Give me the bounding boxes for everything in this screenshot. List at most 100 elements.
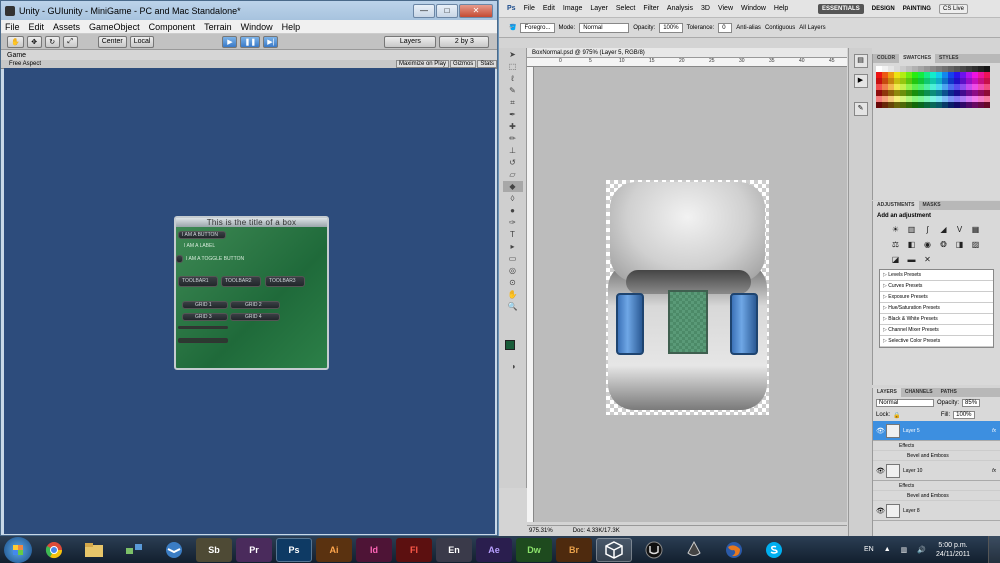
maximize-button[interactable]: □: [436, 3, 458, 18]
firefox-icon[interactable]: [716, 538, 752, 562]
unity-taskbar-icon[interactable]: [596, 537, 632, 562]
step-button[interactable]: ▶|: [263, 35, 279, 48]
box-normal-artwork[interactable]: [606, 180, 769, 415]
tab-swatches[interactable]: SWATCHES: [899, 54, 936, 63]
menu-gameobject[interactable]: GameObject: [89, 22, 140, 32]
workspace-essentials[interactable]: ESSENTIALS: [818, 3, 864, 14]
preset-channel-mixer[interactable]: Channel Mixer Presets: [880, 325, 993, 336]
gui-toolbar-1[interactable]: Toolbar1: [178, 276, 218, 287]
preset-curves[interactable]: Curves Presets: [880, 281, 993, 292]
volume-icon[interactable]: 🔊: [917, 546, 926, 554]
show-desktop-button[interactable]: [988, 536, 1000, 563]
ps-menu-analysis[interactable]: Analysis: [667, 5, 693, 12]
aspect-dropdown[interactable]: Free Aspect: [9, 61, 41, 67]
explorer-folder-icon[interactable]: [76, 538, 112, 562]
clock[interactable]: 5:00 p.m. 24/11/2011: [936, 541, 970, 559]
ps-menu-layer[interactable]: Layer: [590, 5, 608, 12]
taskbar-app-sb[interactable]: Sb: [196, 537, 232, 562]
menu-edit[interactable]: Edit: [29, 22, 45, 32]
fx-icon[interactable]: fx: [992, 428, 996, 434]
gui-grid-2[interactable]: Grid 2: [230, 301, 280, 309]
thunderbird-icon[interactable]: [156, 538, 192, 562]
opacity-field[interactable]: 100%: [659, 22, 683, 33]
eye-icon[interactable]: 👁: [876, 427, 885, 435]
ps-menu-view[interactable]: View: [718, 5, 733, 12]
lock-icon[interactable]: 🔒: [893, 412, 900, 419]
game-view[interactable]: This is the title of a box I am a button…: [4, 68, 495, 534]
gui-toggle-box[interactable]: [176, 255, 183, 263]
levels-icon[interactable]: ▥: [905, 224, 918, 236]
close-button[interactable]: ✕: [459, 3, 493, 18]
brightness-icon[interactable]: ☀: [889, 224, 902, 236]
document-canvas[interactable]: [534, 67, 847, 522]
gui-grid-3[interactable]: Grid 3: [182, 313, 228, 321]
quick-mask-icon[interactable]: ◑: [503, 361, 523, 372]
gui-grid-4[interactable]: Grid 4: [230, 313, 280, 321]
rotate-tool-icon[interactable]: ↻: [44, 35, 60, 48]
swatch-chip[interactable]: [984, 102, 990, 108]
fill-source-dropdown[interactable]: Foregro...: [520, 22, 555, 33]
zoom-tool-icon[interactable]: 🔍: [503, 301, 523, 312]
game-tab[interactable]: Game: [1, 50, 497, 60]
tab-paths[interactable]: PATHS: [937, 388, 961, 397]
workspace-painting[interactable]: PAINTING: [903, 6, 931, 12]
ps-menu-image[interactable]: Image: [563, 5, 582, 12]
layer-opacity-field[interactable]: 85%: [962, 399, 981, 407]
contiguous-checkbox[interactable]: Contiguous: [765, 25, 795, 31]
path-select-icon[interactable]: ▸: [503, 241, 523, 252]
gui-button[interactable]: I am a button: [178, 231, 226, 239]
ps-menu-3d[interactable]: 3D: [701, 5, 710, 12]
inkscape-icon[interactable]: [676, 538, 712, 562]
udk-icon[interactable]: [636, 538, 672, 562]
eye-icon[interactable]: 👁: [876, 507, 885, 515]
taskbar-app-id[interactable]: Id: [356, 537, 392, 562]
invert-icon[interactable]: ◨: [953, 239, 966, 251]
play-button[interactable]: ▶: [222, 35, 238, 48]
taskbar-app-dw[interactable]: Dw: [516, 537, 552, 562]
taskbar-app-en[interactable]: En: [436, 537, 472, 562]
cs-live-button[interactable]: CS Live: [938, 3, 968, 14]
document-tab[interactable]: BoxNormal.psd @ 975% (Layer 5, RGB/8): [527, 48, 847, 58]
gui-horizontal-slider[interactable]: [178, 326, 228, 329]
hand-tool-icon[interactable]: ✋: [503, 289, 523, 300]
actions-panel-icon[interactable]: ▶: [853, 74, 868, 88]
hue-saturation-icon[interactable]: ▦: [969, 224, 982, 236]
fill-field[interactable]: 100%: [953, 411, 975, 419]
all-layers-checkbox[interactable]: All Layers: [799, 25, 825, 31]
menu-assets[interactable]: Assets: [53, 22, 80, 32]
brush-tool-icon[interactable]: ✏: [503, 133, 523, 144]
eyedropper-icon[interactable]: ✒: [503, 109, 523, 120]
black-white-icon[interactable]: ◧: [905, 239, 918, 251]
workspace-design[interactable]: DESIGN: [872, 6, 895, 12]
layers-dropdown[interactable]: Layers: [384, 35, 437, 48]
quick-select-icon[interactable]: ✎: [503, 85, 523, 96]
foreground-color-swatch[interactable]: [505, 340, 515, 350]
layout-dropdown[interactable]: 2 by 3: [439, 35, 490, 48]
layer-row-5[interactable]: 👁 Layer 5 fx: [873, 421, 1000, 441]
menu-help[interactable]: Help: [282, 22, 301, 32]
gui-toolbar-2[interactable]: Toolbar2: [221, 276, 261, 287]
marquee-tool-icon[interactable]: ⬚: [503, 61, 523, 72]
menu-file[interactable]: File: [5, 22, 20, 32]
gizmos-button[interactable]: Gizmos: [449, 60, 477, 68]
tab-masks[interactable]: MASKS: [919, 201, 945, 210]
tab-layers[interactable]: LAYERS: [873, 388, 901, 397]
preset-selective-color[interactable]: Selective Color Presets: [880, 336, 993, 347]
taskbar-app-fl[interactable]: Fl: [396, 537, 432, 562]
clone-stamp-icon[interactable]: ⊥: [503, 145, 523, 156]
eye-icon[interactable]: 👁: [876, 467, 885, 475]
maximize-on-play-button[interactable]: Maximize on Play: [395, 60, 449, 68]
chrome-icon[interactable]: [36, 538, 72, 562]
scale-tool-icon[interactable]: ⤢: [62, 35, 78, 48]
skype-icon[interactable]: [756, 538, 792, 562]
3d-orbit-icon[interactable]: ⊙: [503, 277, 523, 288]
taskbar-app-ai[interactable]: Ai: [316, 537, 352, 562]
move-tool-icon[interactable]: ➤: [503, 49, 523, 60]
menu-component[interactable]: Component: [149, 22, 196, 32]
mode-dropdown[interactable]: Normal: [579, 22, 630, 33]
3d-rotate-icon[interactable]: ◎: [503, 265, 523, 276]
layer-effect-bevel[interactable]: Bevel and Emboss: [873, 451, 1000, 461]
crop-tool-icon[interactable]: ⌗: [503, 97, 523, 108]
menu-window[interactable]: Window: [241, 22, 273, 32]
history-brush-icon[interactable]: ↺: [503, 157, 523, 168]
